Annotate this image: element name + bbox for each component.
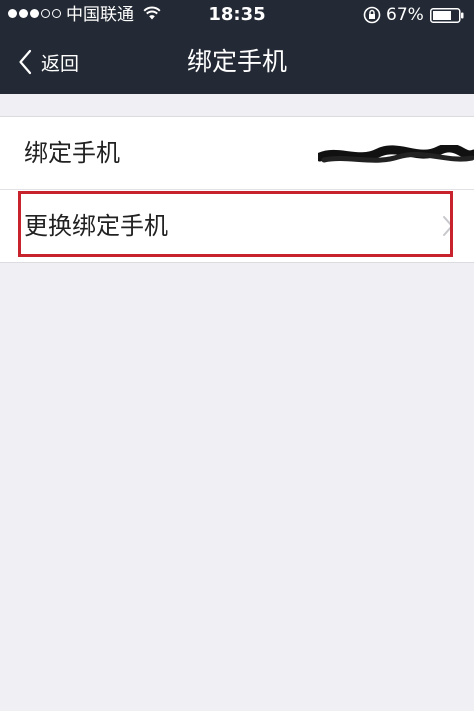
orientation-lock-icon	[363, 6, 381, 24]
list-item-label: 绑定手机	[24, 139, 120, 167]
status-bar: 中国联通 18:35 67%	[0, 0, 474, 30]
chevron-right-icon	[443, 216, 453, 236]
page-title: 绑定手机	[186, 47, 287, 76]
redacted-phone-number	[318, 145, 474, 163]
battery-percent: 67%	[386, 5, 424, 25]
list-item-change-bound-phone[interactable]: 更换绑定手机	[0, 189, 474, 262]
settings-list: 绑定手机 更换绑定手机	[0, 116, 474, 263]
battery-icon	[430, 8, 464, 23]
navigation-bar: 中国联通 18:35 67% 返回 绑定手机	[0, 0, 474, 94]
list-item-bound-phone[interactable]: 绑定手机	[0, 117, 474, 189]
list-item-label: 更换绑定手机	[24, 212, 168, 240]
